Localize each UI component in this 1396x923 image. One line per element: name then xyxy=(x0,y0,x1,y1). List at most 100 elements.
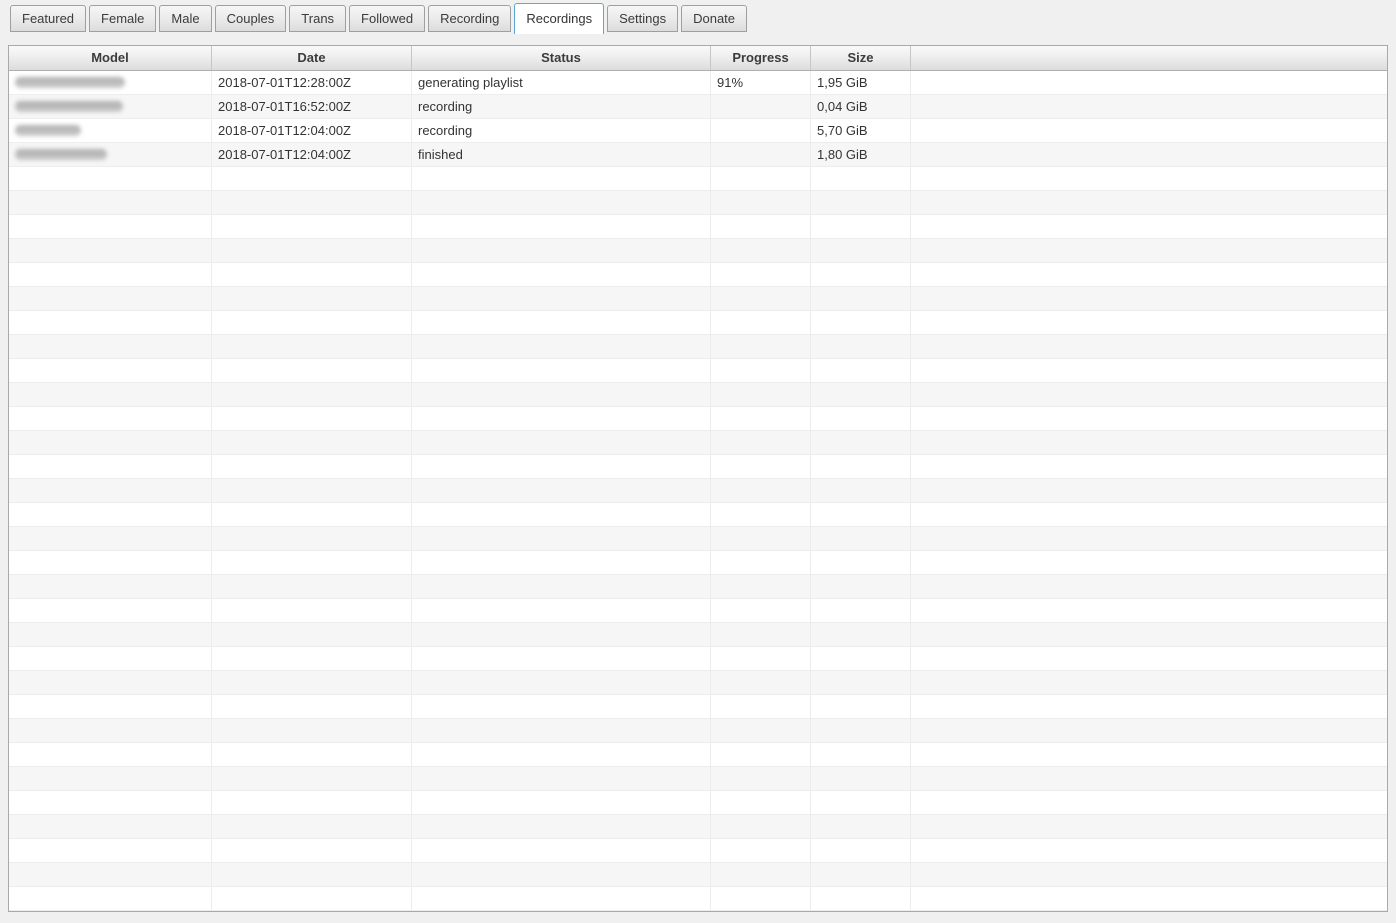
tab-male[interactable]: Male xyxy=(159,5,212,32)
cell-status xyxy=(412,743,711,766)
cell-size xyxy=(811,623,911,646)
table-row-empty xyxy=(9,551,1387,575)
cell-size xyxy=(811,191,911,214)
cell-status xyxy=(412,647,711,670)
tab-settings[interactable]: Settings xyxy=(607,5,679,32)
cell-extra xyxy=(911,263,1387,286)
cell-progress xyxy=(711,551,811,574)
tab-female[interactable]: Female xyxy=(89,5,157,32)
cell-date xyxy=(212,839,412,862)
cell-progress xyxy=(711,671,811,694)
cell-date xyxy=(212,863,412,886)
cell-model xyxy=(9,167,212,190)
cell-model xyxy=(9,839,212,862)
cell-model xyxy=(9,71,212,94)
cell-progress: 91% xyxy=(711,71,811,94)
cell-date xyxy=(212,743,412,766)
cell-date xyxy=(212,335,412,358)
cell-date xyxy=(212,215,412,238)
cell-progress xyxy=(711,743,811,766)
cell-status xyxy=(412,335,711,358)
cell-size: 1,95 GiB xyxy=(811,71,911,94)
cell-size xyxy=(811,383,911,406)
cell-extra xyxy=(911,479,1387,502)
redacted-model-name xyxy=(15,125,81,136)
table-row-empty xyxy=(9,599,1387,623)
cell-model xyxy=(9,263,212,286)
tab-recordings[interactable]: Recordings xyxy=(514,3,605,34)
column-header-progress[interactable]: Progress xyxy=(711,46,811,70)
cell-model xyxy=(9,119,212,142)
cell-status xyxy=(412,455,711,478)
table-row-empty xyxy=(9,167,1387,191)
table-row[interactable]: 2018-07-01T12:28:00Z generating playlist 9… xyxy=(9,71,1387,95)
cell-status xyxy=(412,239,711,262)
column-header-size[interactable]: Size xyxy=(811,46,911,70)
cell-progress xyxy=(711,767,811,790)
cell-date xyxy=(212,791,412,814)
table-row[interactable]: 2018-07-01T12:04:00Z finished 1,80 GiB xyxy=(9,143,1387,167)
tab-recording[interactable]: Recording xyxy=(428,5,512,32)
cell-model xyxy=(9,431,212,454)
cell-status xyxy=(412,287,711,310)
cell-model xyxy=(9,527,212,550)
cell-model xyxy=(9,503,212,526)
table-row-empty xyxy=(9,839,1387,863)
cell-size xyxy=(811,647,911,670)
cell-status xyxy=(412,479,711,502)
cell-extra xyxy=(911,623,1387,646)
column-header-date[interactable]: Date xyxy=(212,46,412,70)
table-header-row: Model Date Status Progress Size xyxy=(9,46,1387,71)
cell-model xyxy=(9,287,212,310)
cell-size xyxy=(811,431,911,454)
table-row-empty xyxy=(9,863,1387,887)
table-row-empty xyxy=(9,239,1387,263)
cell-date: 2018-07-01T12:04:00Z xyxy=(212,143,412,166)
table-row-empty xyxy=(9,455,1387,479)
cell-status xyxy=(412,215,711,238)
cell-model xyxy=(9,815,212,838)
column-header-empty[interactable] xyxy=(911,46,1387,70)
cell-date xyxy=(212,503,412,526)
cell-progress xyxy=(711,311,811,334)
cell-model xyxy=(9,863,212,886)
cell-extra xyxy=(911,767,1387,790)
cell-extra xyxy=(911,791,1387,814)
table-row-empty xyxy=(9,191,1387,215)
cell-model xyxy=(9,887,212,910)
cell-status xyxy=(412,431,711,454)
tab-featured[interactable]: Featured xyxy=(10,5,87,32)
cell-extra xyxy=(911,191,1387,214)
cell-extra xyxy=(911,503,1387,526)
cell-model xyxy=(9,311,212,334)
cell-progress xyxy=(711,455,811,478)
column-header-status[interactable]: Status xyxy=(412,46,711,70)
cell-status xyxy=(412,503,711,526)
table-row[interactable]: 2018-07-01T12:04:00Z recording 5,70 GiB xyxy=(9,119,1387,143)
cell-status xyxy=(412,767,711,790)
table-body: 2018-07-01T12:28:00Z generating playlist 9… xyxy=(9,71,1387,911)
tab-trans[interactable]: Trans xyxy=(289,5,347,32)
cell-size xyxy=(811,479,911,502)
cell-model xyxy=(9,143,212,166)
cell-extra xyxy=(911,647,1387,670)
tab-couples[interactable]: Couples xyxy=(214,5,287,32)
table-row-empty xyxy=(9,671,1387,695)
table-row-empty xyxy=(9,335,1387,359)
cell-model xyxy=(9,95,212,118)
cell-status xyxy=(412,551,711,574)
cell-extra xyxy=(911,455,1387,478)
cell-size xyxy=(811,671,911,694)
table-row-empty xyxy=(9,647,1387,671)
table-row[interactable]: 2018-07-01T16:52:00Z recording 0,04 GiB xyxy=(9,95,1387,119)
cell-progress xyxy=(711,239,811,262)
column-header-model[interactable]: Model xyxy=(9,46,212,70)
cell-date: 2018-07-01T12:04:00Z xyxy=(212,119,412,142)
cell-extra xyxy=(911,359,1387,382)
cell-status xyxy=(412,719,711,742)
cell-status xyxy=(412,311,711,334)
cell-extra xyxy=(911,407,1387,430)
tab-donate[interactable]: Donate xyxy=(681,5,748,32)
cell-status xyxy=(412,863,711,886)
tab-followed[interactable]: Followed xyxy=(349,5,426,32)
